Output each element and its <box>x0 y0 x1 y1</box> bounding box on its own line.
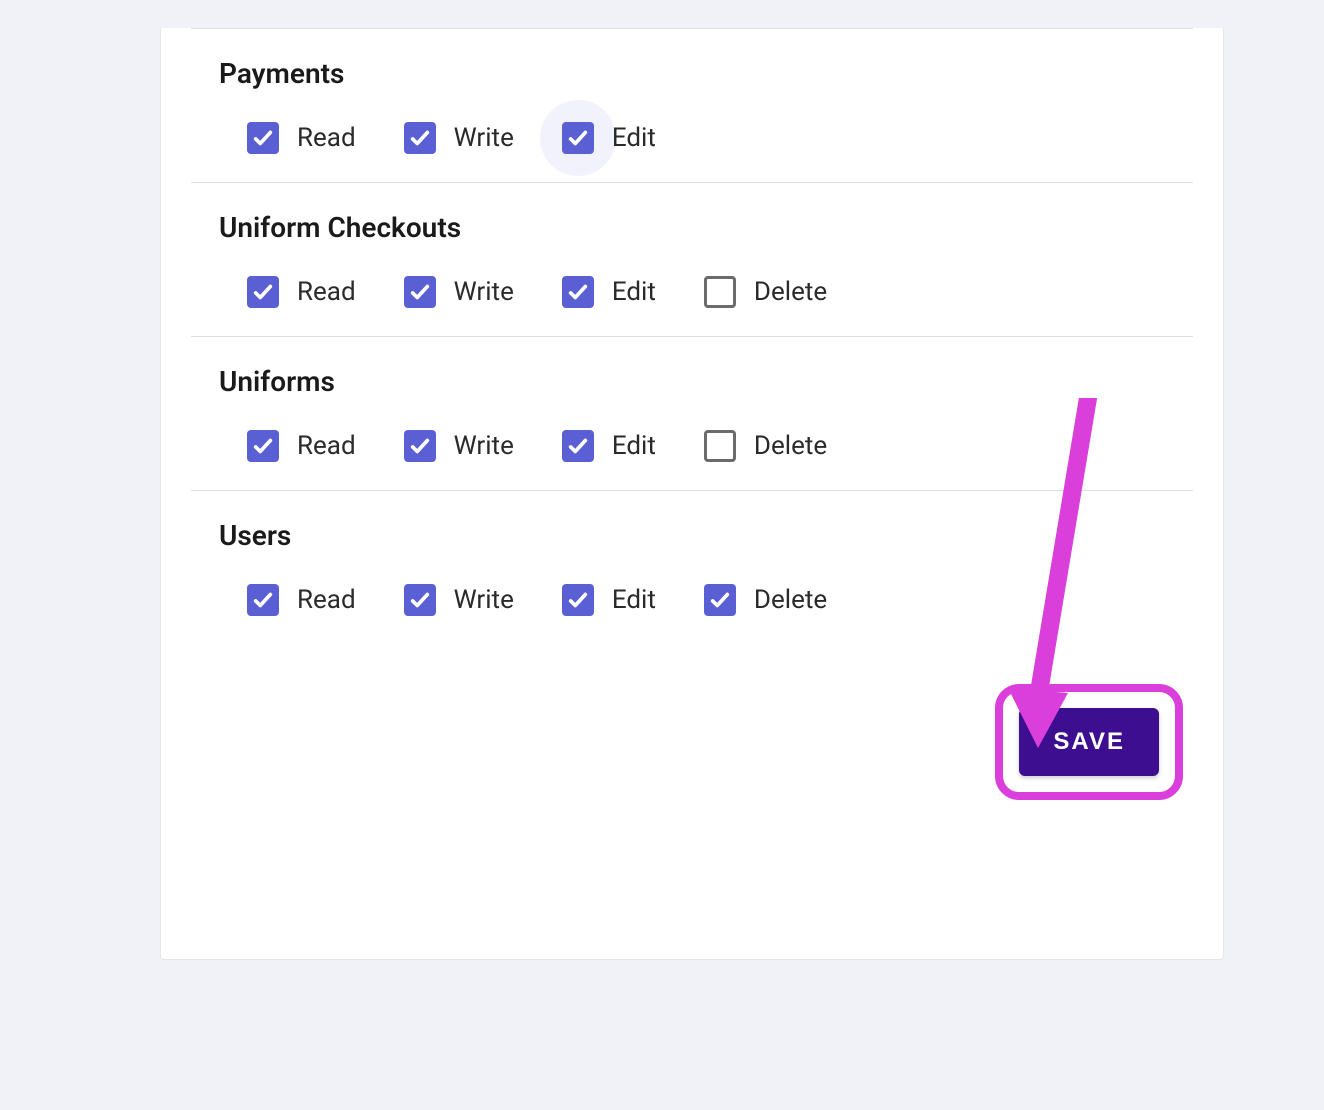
save-button[interactable]: SAVE <box>1019 708 1159 776</box>
section-uniforms: Uniforms Read Write Edit <box>191 336 1193 490</box>
checkbox-uniforms-edit[interactable]: Edit <box>562 430 656 462</box>
checkbox-label: Write <box>454 585 514 615</box>
checkbox-checked-icon <box>404 276 436 308</box>
section-title: Payments <box>191 57 1193 90</box>
permissions-card: Payments Read Write Edit <box>160 28 1224 960</box>
checkbox-uniform-checkouts-read[interactable]: Read <box>247 276 356 308</box>
checkbox-label: Write <box>454 431 514 461</box>
checkbox-payments-read[interactable]: Read <box>247 122 356 154</box>
section-users: Users Read Write Edit <box>191 490 1193 644</box>
checkbox-checked-icon <box>562 276 594 308</box>
checkbox-label: Read <box>297 585 356 615</box>
section-title: Users <box>191 519 1193 552</box>
checkbox-label: Edit <box>612 431 656 461</box>
checkbox-label: Write <box>454 123 514 153</box>
checkbox-checked-icon <box>404 584 436 616</box>
save-area: SAVE <box>191 644 1193 800</box>
checkbox-users-delete[interactable]: Delete <box>704 584 827 616</box>
checkbox-checked-icon <box>247 584 279 616</box>
checkbox-row: Read Write Edit Delete <box>191 584 1193 616</box>
checkbox-checked-icon <box>562 584 594 616</box>
checkbox-label: Delete <box>754 431 827 461</box>
checkbox-label: Edit <box>612 123 656 153</box>
checkbox-uniform-checkouts-edit[interactable]: Edit <box>562 276 656 308</box>
focus-halo <box>540 100 616 176</box>
section-uniform-checkouts: Uniform Checkouts Read Write Edit <box>191 182 1193 336</box>
checkbox-uniform-checkouts-write[interactable]: Write <box>404 276 514 308</box>
checkbox-users-write[interactable]: Write <box>404 584 514 616</box>
checkbox-checked-icon <box>562 430 594 462</box>
checkbox-checked-icon <box>562 122 594 154</box>
section-title: Uniform Checkouts <box>191 211 1193 244</box>
section-payments: Payments Read Write Edit <box>191 28 1193 182</box>
checkbox-checked-icon <box>247 276 279 308</box>
checkbox-checked-icon <box>404 430 436 462</box>
checkbox-label: Read <box>297 277 356 307</box>
checkbox-row: Read Write Edit Delete <box>191 430 1193 462</box>
checkbox-checked-icon <box>247 430 279 462</box>
checkbox-label: Edit <box>612 585 656 615</box>
checkbox-uniform-checkouts-delete[interactable]: Delete <box>704 276 827 308</box>
checkbox-label: Delete <box>754 277 827 307</box>
checkbox-label: Read <box>297 123 356 153</box>
checkbox-label: Delete <box>754 585 827 615</box>
checkbox-uniforms-delete[interactable]: Delete <box>704 430 827 462</box>
checkbox-checked-icon <box>704 584 736 616</box>
checkbox-uniforms-read[interactable]: Read <box>247 430 356 462</box>
checkbox-users-read[interactable]: Read <box>247 584 356 616</box>
checkbox-unchecked-icon <box>704 276 736 308</box>
checkbox-row: Read Write Edit Delete <box>191 276 1193 308</box>
annotation-highlight: SAVE <box>995 684 1183 800</box>
checkbox-users-edit[interactable]: Edit <box>562 584 656 616</box>
checkbox-label: Write <box>454 277 514 307</box>
checkbox-label: Read <box>297 431 356 461</box>
checkbox-label: Edit <box>612 277 656 307</box>
checkbox-payments-edit[interactable]: Edit <box>562 122 656 154</box>
section-title: Uniforms <box>191 365 1193 398</box>
checkbox-uniforms-write[interactable]: Write <box>404 430 514 462</box>
checkbox-checked-icon <box>247 122 279 154</box>
checkbox-checked-icon <box>404 122 436 154</box>
checkbox-payments-write[interactable]: Write <box>404 122 514 154</box>
checkbox-unchecked-icon <box>704 430 736 462</box>
checkbox-row: Read Write Edit <box>191 122 1193 154</box>
